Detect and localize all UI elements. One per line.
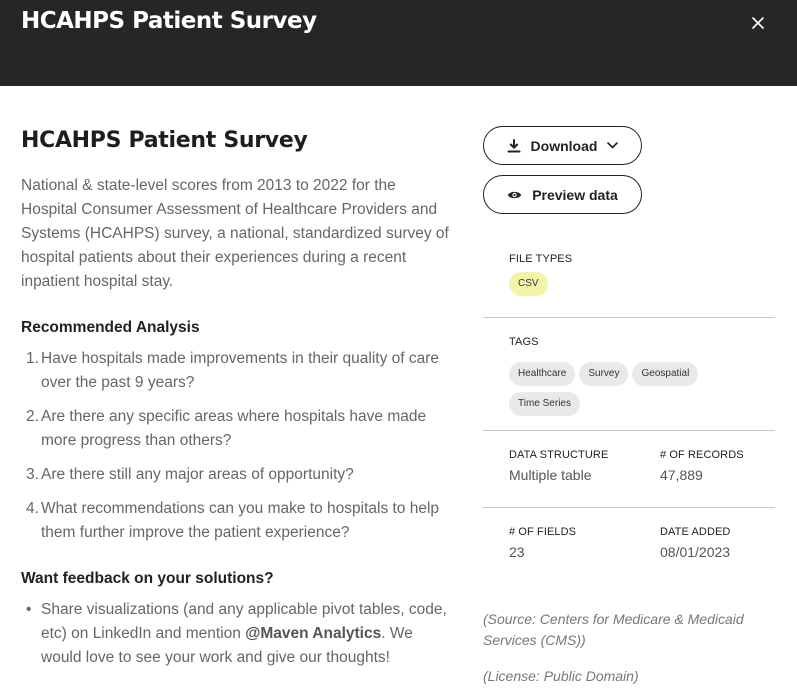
download-icon bbox=[507, 138, 521, 153]
chevron-down-icon bbox=[607, 142, 619, 149]
list-item-text: What recommendations can you make to hos… bbox=[41, 500, 440, 541]
feedback-list: • Share visualizations (and any applicabl… bbox=[21, 598, 451, 670]
tags-section: TAGS Healthcare Survey Geospatial Time Seri… bbox=[509, 336, 775, 417]
fields-cell: # OF FIELDS 23 bbox=[509, 526, 649, 560]
tag-time-series[interactable]: Time Series bbox=[509, 392, 580, 416]
date-added-cell: DATE ADDED 08/01/2023 bbox=[660, 526, 790, 560]
file-type-badge-csv: CSV bbox=[509, 272, 548, 296]
list-item: • Share visualizations (and any applicabl… bbox=[21, 598, 451, 670]
dataset-details: HCAHPS Patient Survey National & state-l… bbox=[21, 126, 451, 670]
list-item-number: 2. bbox=[26, 408, 39, 425]
preview-data-button[interactable]: Preview data bbox=[483, 175, 642, 214]
modal-title: HCAHPS Patient Survey bbox=[21, 8, 317, 34]
data-structure-value: Multiple table bbox=[509, 467, 592, 483]
recommended-analysis-list: 1. Have hospitals made improvements in th… bbox=[21, 347, 451, 545]
data-structure-cell: DATA STRUCTURE Multiple table bbox=[509, 449, 649, 483]
list-item-number: 4. bbox=[26, 500, 39, 517]
data-structure-label: DATA STRUCTURE bbox=[509, 449, 609, 461]
list-item-text: Are there still any major areas of oppor… bbox=[41, 466, 354, 483]
list-item-text: Are there any specific areas where hospi… bbox=[41, 408, 427, 449]
page-title: HCAHPS Patient Survey bbox=[21, 128, 308, 153]
source-note: (Source: Centers for Medicare & Medicaid… bbox=[483, 611, 744, 648]
fields-label: # OF FIELDS bbox=[509, 526, 577, 538]
list-item-number: 1. bbox=[26, 350, 39, 367]
list-item: 4. What recommendations can you make to h… bbox=[21, 497, 451, 545]
date-added-value: 08/01/2023 bbox=[660, 544, 731, 560]
divider bbox=[483, 507, 775, 508]
close-button[interactable] bbox=[746, 11, 770, 35]
records-label: # OF RECORDS bbox=[660, 449, 744, 461]
divider bbox=[483, 317, 775, 318]
divider bbox=[483, 430, 775, 431]
list-item: 3. Are there still any major areas of opp… bbox=[21, 463, 451, 487]
close-icon bbox=[752, 17, 764, 29]
tag-geospatial[interactable]: Geospatial bbox=[632, 362, 699, 386]
tag-healthcare[interactable]: Healthcare bbox=[509, 362, 576, 386]
maven-analytics-mention: @Maven Analytics bbox=[245, 625, 382, 642]
list-item: 1. Have hospitals made improvements in th… bbox=[21, 347, 451, 395]
tags-label: TAGS bbox=[509, 336, 539, 348]
tag-survey[interactable]: Survey bbox=[579, 362, 629, 386]
download-label: Download bbox=[530, 137, 598, 154]
eye-icon bbox=[507, 190, 522, 200]
records-cell: # OF RECORDS 47,889 bbox=[660, 449, 790, 483]
preview-data-label: Preview data bbox=[532, 186, 618, 203]
fields-value: 23 bbox=[509, 544, 525, 560]
date-added-label: DATE ADDED bbox=[660, 526, 731, 538]
modal-header: HCAHPS Patient Survey bbox=[0, 0, 797, 86]
list-item-text: Have hospitals made improvements in thei… bbox=[41, 350, 440, 391]
file-types-label: FILE TYPES bbox=[509, 253, 573, 265]
list-item: 2. Are there any specific areas where hos… bbox=[21, 405, 451, 453]
recommended-analysis-heading: Recommended Analysis bbox=[21, 319, 200, 336]
dataset-description: National & state-level scores from 2013 … bbox=[21, 177, 449, 290]
list-item-number: 3. bbox=[26, 466, 39, 483]
records-value: 47,889 bbox=[660, 467, 703, 483]
file-types-section: FILE TYPES CSV bbox=[509, 253, 797, 296]
bullet: • bbox=[26, 601, 32, 618]
license-note: (License: Public Domain) bbox=[483, 668, 639, 684]
feedback-heading: Want feedback on your solutions? bbox=[21, 570, 274, 587]
download-button[interactable]: Download bbox=[483, 126, 642, 165]
